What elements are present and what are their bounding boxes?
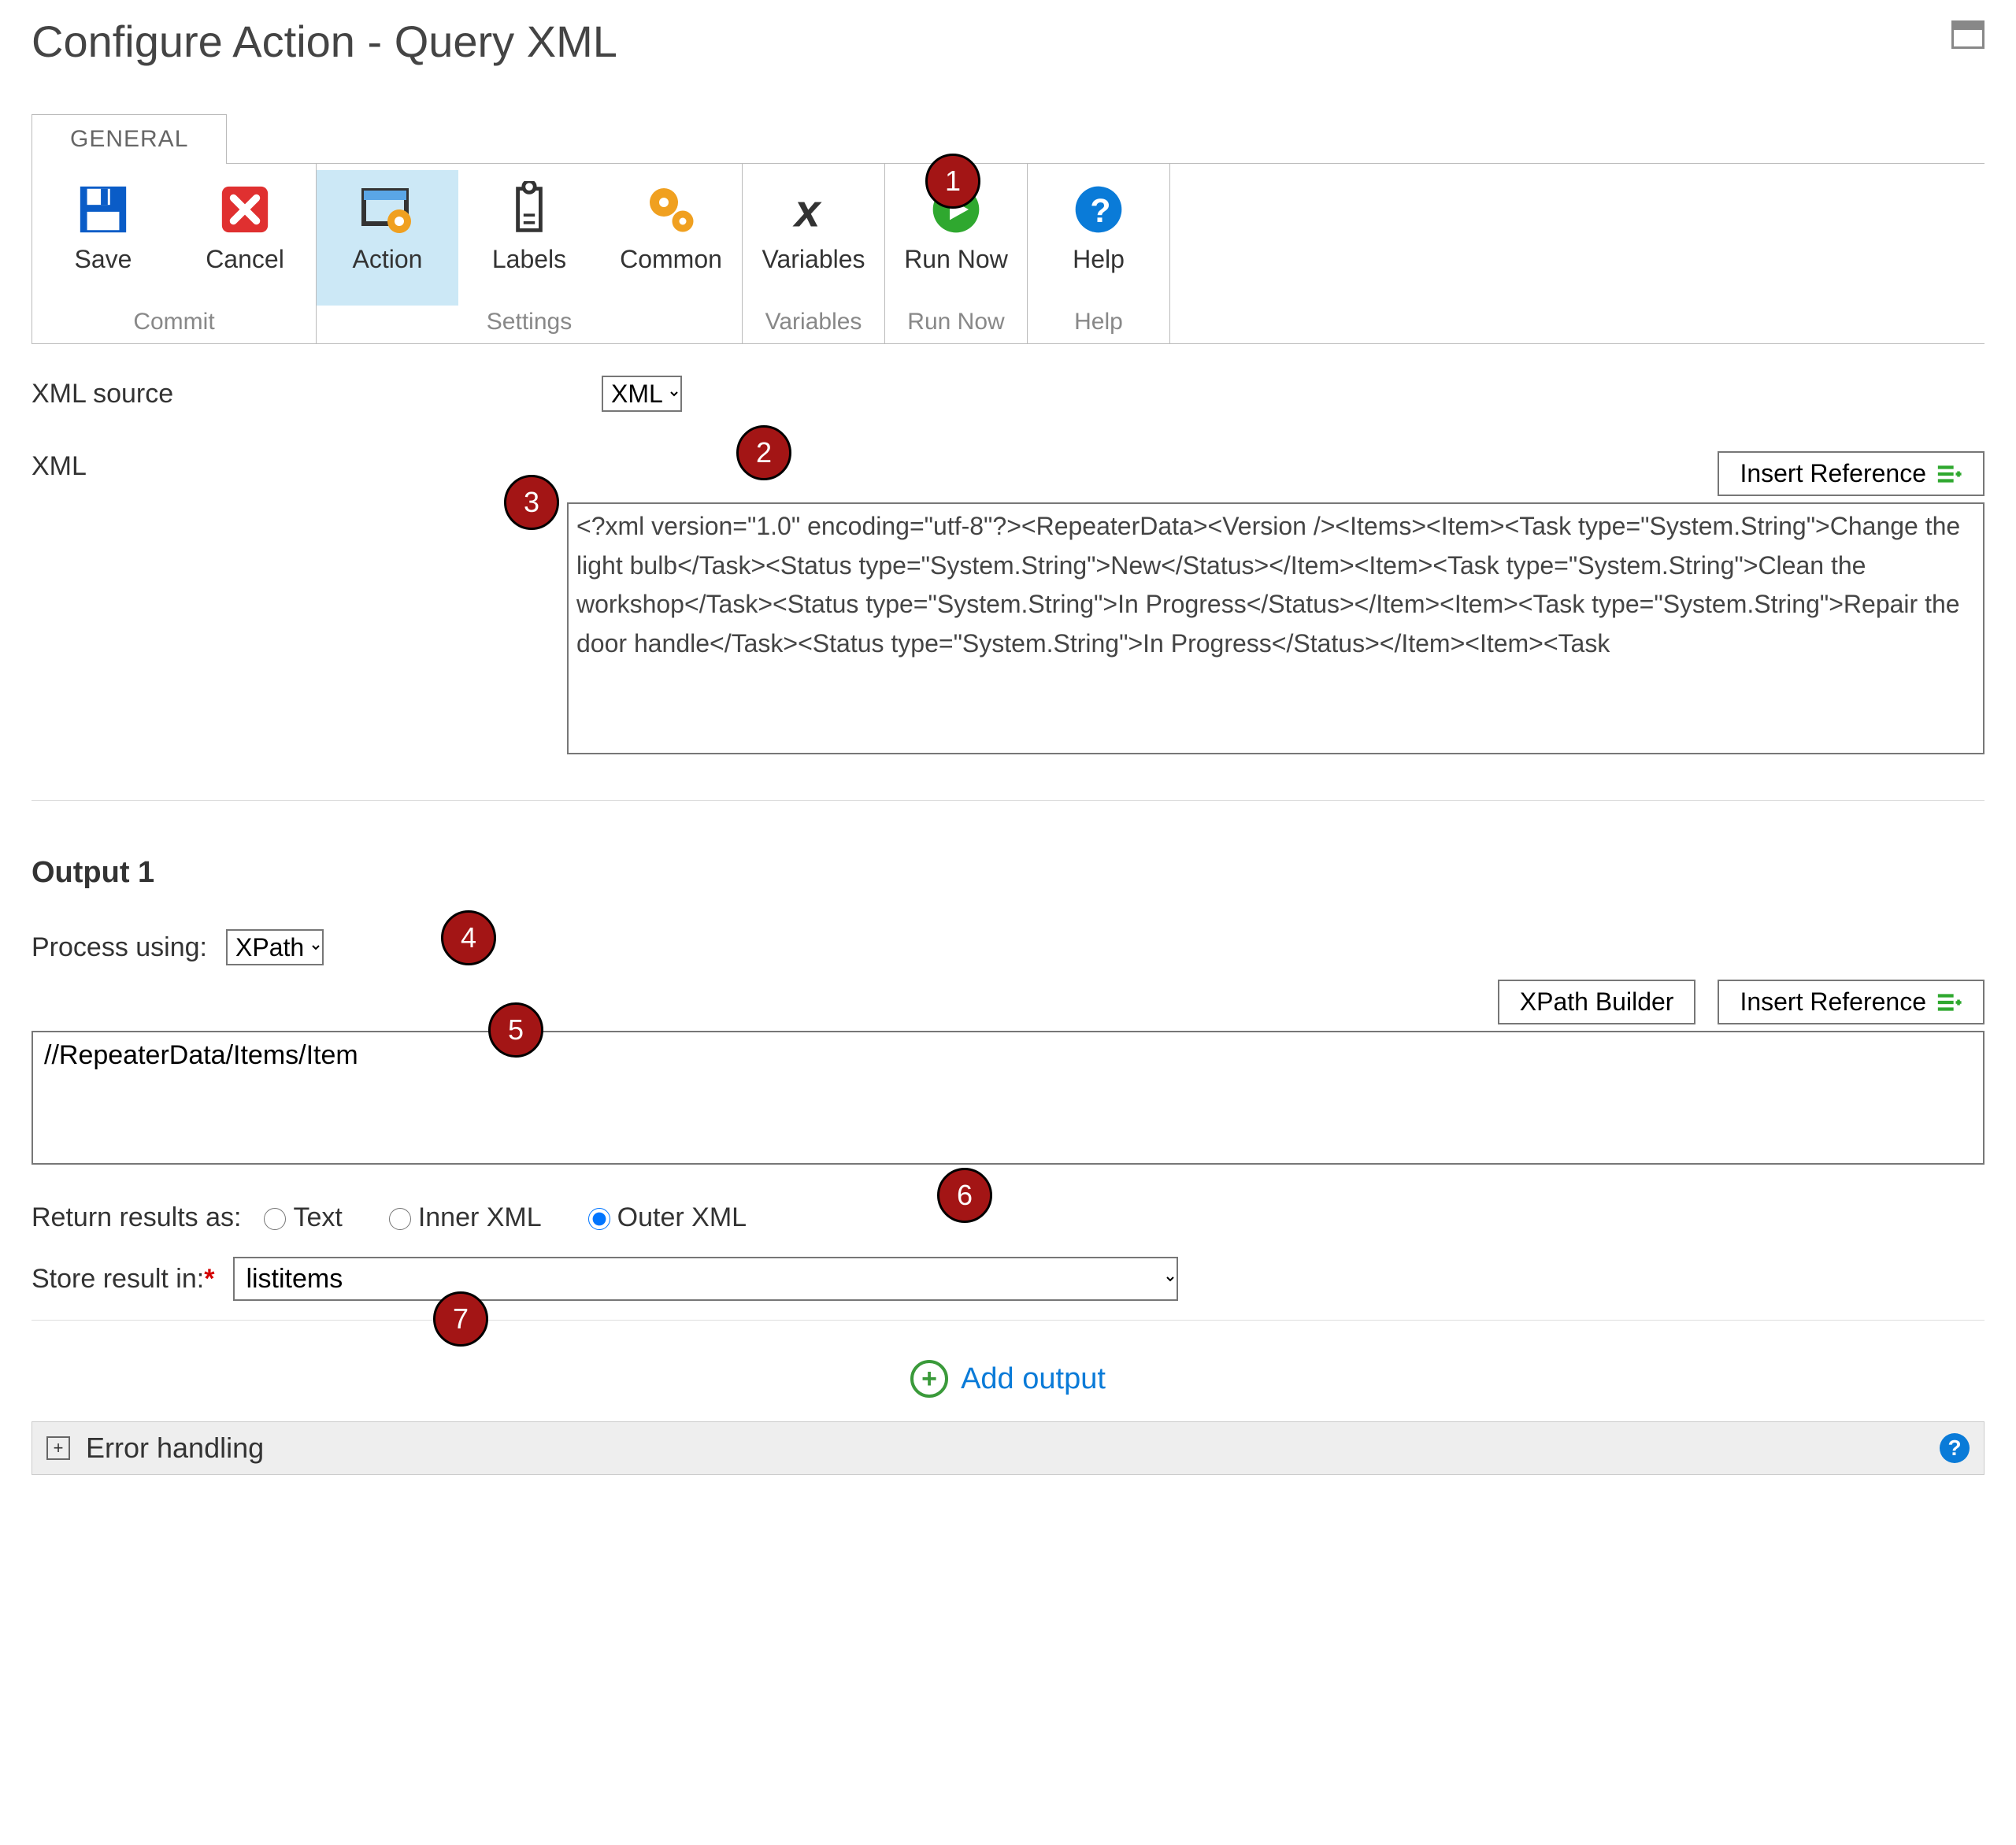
return-text-radio[interactable]: Text — [260, 1202, 342, 1233]
xml-source-select[interactable]: XML — [602, 376, 682, 412]
store-result-label: Store result in:* — [32, 1264, 214, 1295]
return-text-label: Text — [293, 1202, 342, 1233]
callout-5: 5 — [488, 1002, 543, 1058]
insert-reference-button-xpath[interactable]: Insert Reference — [1718, 980, 1984, 1024]
add-output-label: Add output — [961, 1362, 1106, 1396]
plus-icon: + — [910, 1360, 948, 1398]
add-output-button[interactable]: + Add output — [32, 1360, 1984, 1398]
process-using-select[interactable]: XPath — [226, 929, 324, 965]
process-using-label: Process using: — [32, 932, 207, 963]
callout-2: 2 — [736, 425, 791, 480]
window-restore-icon[interactable] — [1951, 20, 1984, 49]
page-title: Configure Action - Query XML — [32, 16, 617, 67]
expand-icon[interactable]: + — [46, 1436, 70, 1460]
action-button[interactable]: Action — [317, 170, 458, 306]
error-handling-label[interactable]: Error handling — [86, 1432, 264, 1465]
svg-text:?: ? — [1090, 192, 1110, 230]
callout-3: 3 — [504, 475, 559, 530]
return-inner-xml-radio[interactable]: Inner XML — [385, 1202, 542, 1233]
return-inner-label: Inner XML — [418, 1202, 542, 1233]
ribbon-group-commit-label: Commit — [133, 306, 214, 340]
save-button[interactable]: Save — [32, 170, 174, 306]
labels-icon — [501, 181, 558, 238]
xml-source-label: XML source — [32, 379, 173, 409]
cancel-label: Cancel — [206, 246, 284, 301]
help-icon: ? — [1070, 181, 1127, 238]
svg-text:x: x — [792, 185, 822, 235]
ribbon-group-settings-label: Settings — [487, 306, 572, 340]
help-label: Help — [1073, 246, 1125, 301]
labels-button[interactable]: Labels — [458, 170, 600, 306]
insert-reference-button-xml[interactable]: Insert Reference — [1718, 451, 1984, 496]
insert-reference-icon — [1936, 992, 1962, 1013]
xpath-builder-button[interactable]: XPath Builder — [1498, 980, 1696, 1024]
xpath-input[interactable] — [32, 1031, 1984, 1165]
xml-label: XML — [32, 451, 87, 481]
labels-label: Labels — [492, 246, 566, 301]
action-label: Action — [353, 246, 423, 301]
variables-button[interactable]: x Variables — [743, 170, 884, 306]
tab-general[interactable]: GENERAL — [32, 114, 227, 164]
action-icon — [359, 181, 416, 238]
callout-6: 6 — [937, 1168, 992, 1223]
callout-7: 7 — [433, 1291, 488, 1347]
run-now-label: Run Now — [904, 246, 1008, 301]
save-label: Save — [75, 246, 132, 301]
insert-reference-label-2: Insert Reference — [1740, 987, 1926, 1017]
help-button[interactable]: ? Help — [1028, 170, 1169, 306]
store-result-select[interactable]: listitems — [233, 1257, 1178, 1301]
save-icon — [75, 181, 132, 238]
return-outer-label: Outer XML — [617, 1202, 747, 1233]
return-outer-xml-radio[interactable]: Outer XML — [584, 1202, 747, 1233]
insert-reference-label: Insert Reference — [1740, 459, 1926, 488]
help-icon[interactable]: ? — [1940, 1433, 1970, 1463]
variables-icon: x — [785, 181, 842, 238]
callout-1: 1 — [925, 154, 980, 209]
output-heading: Output 1 — [32, 856, 1984, 890]
ribbon-group-help-label: Help — [1074, 306, 1123, 340]
cancel-button[interactable]: Cancel — [174, 170, 316, 306]
cancel-icon — [217, 181, 273, 238]
xml-textarea[interactable] — [567, 502, 1984, 754]
insert-reference-icon — [1936, 464, 1962, 484]
variables-label: Variables — [762, 246, 865, 301]
common-button[interactable]: Common — [600, 170, 742, 306]
common-icon — [643, 181, 699, 238]
callout-4: 4 — [441, 910, 496, 965]
return-results-label: Return results as: — [32, 1202, 241, 1233]
ribbon: Save Cancel Commit Action — [32, 163, 1984, 344]
common-label: Common — [620, 246, 722, 301]
ribbon-group-variables-label: Variables — [765, 306, 862, 340]
ribbon-group-runnow-label: Run Now — [907, 306, 1004, 340]
